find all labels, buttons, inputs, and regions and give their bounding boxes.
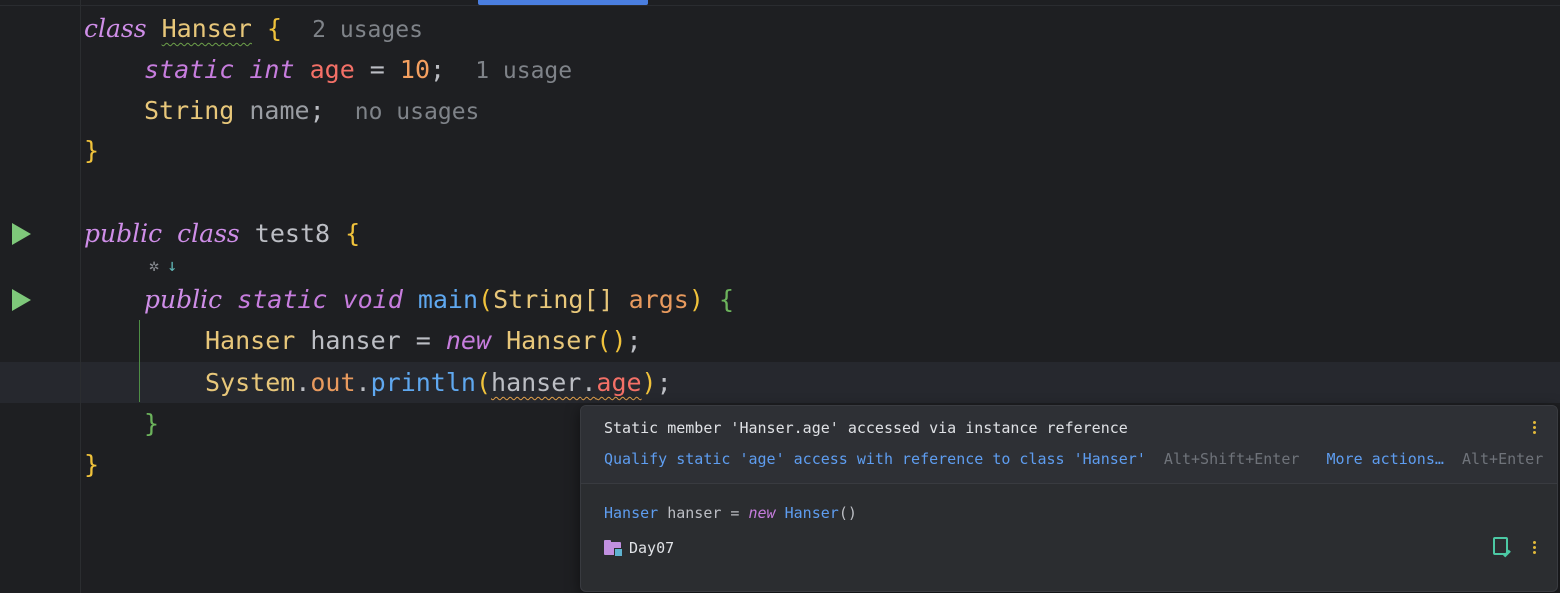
dot: . xyxy=(581,368,597,397)
run-class-icon[interactable] xyxy=(12,223,31,245)
dot: . xyxy=(295,368,311,397)
close-brace: } xyxy=(84,450,100,479)
class-name-test8: test8 xyxy=(254,219,331,248)
var-hanser-warning[interactable]: hanser xyxy=(491,368,581,397)
warning-message: Static member 'Hanser.age' accessed via … xyxy=(604,419,1128,437)
field-age-warning[interactable]: age xyxy=(596,368,641,397)
assign-operator: = xyxy=(354,55,400,84)
paren-close: ) xyxy=(641,368,657,397)
code-editor[interactable]: class Hanser { 2 usages static int age =… xyxy=(0,0,1560,593)
decl-keyword-new: new xyxy=(748,504,776,522)
semicolon: ; xyxy=(309,96,325,125)
paren-open: ( xyxy=(475,368,492,397)
paren-close: ) xyxy=(688,285,704,314)
decl-constructor: Hanser xyxy=(784,504,839,522)
code-line-8[interactable]: public static void main(String[] args) { xyxy=(144,280,734,320)
class-name-hanser: Hanser xyxy=(161,14,252,43)
module-folder-icon xyxy=(604,539,623,557)
quick-fix-shortcut: Alt+Shift+Enter xyxy=(1163,450,1300,468)
dot: . xyxy=(355,368,371,397)
declaration-preview: Hanser hanser = new Hanser() xyxy=(604,503,857,523)
open-brace: { xyxy=(718,285,734,314)
keyword-static: static xyxy=(237,285,328,314)
run-main-icon[interactable] xyxy=(12,289,31,311)
code-line-2[interactable]: static int age = 10; 1 usage xyxy=(144,50,572,90)
code-line-3[interactable]: String name; no usages xyxy=(144,91,479,131)
var-hanser: hanser xyxy=(310,326,401,355)
class-system: System xyxy=(205,368,296,397)
code-line-4[interactable]: } xyxy=(84,131,99,171)
constructor-hanser: Hanser xyxy=(506,326,597,355)
indent-scope-guide xyxy=(139,320,140,402)
method-println: println xyxy=(370,368,476,397)
paren-open: ( xyxy=(596,326,612,355)
gutter-separator xyxy=(80,0,81,593)
edit-source-icon[interactable] xyxy=(1493,537,1508,555)
code-line-1[interactable]: class Hanser { 2 usages xyxy=(84,9,423,49)
keyword-class: class xyxy=(177,219,240,248)
close-brace: } xyxy=(84,136,100,165)
code-line-9[interactable]: Hanser hanser = new Hanser(); xyxy=(205,321,642,361)
paren-open: ( xyxy=(478,285,494,314)
code-line-11[interactable]: } xyxy=(144,404,159,444)
keyword-public: public xyxy=(144,285,223,314)
paren-close: ) xyxy=(611,326,627,355)
quick-fix-row: Qualify static 'age' access with referen… xyxy=(604,449,1543,469)
usages-hint[interactable]: 1 usage xyxy=(475,58,572,84)
param-type: String[] xyxy=(493,285,614,314)
ai-assistant-icon[interactable]: ✲ xyxy=(144,256,164,276)
more-actions-link[interactable]: More actions… xyxy=(1326,450,1443,468)
open-brace: { xyxy=(267,14,283,43)
code-line-6[interactable]: public class test8 { xyxy=(84,214,360,254)
semicolon: ; xyxy=(430,55,446,84)
decl-var: hanser = xyxy=(658,504,749,522)
field-out: out xyxy=(310,368,356,397)
field-age: age xyxy=(309,55,355,84)
field-name: name xyxy=(249,96,310,125)
module-row: Day07 xyxy=(604,538,674,558)
open-brace: { xyxy=(345,219,361,248)
arrow-down-icon[interactable]: ↓ xyxy=(167,256,177,276)
declaration-options-icon[interactable] xyxy=(1528,539,1540,557)
method-main: main xyxy=(417,285,479,314)
keyword-new: new xyxy=(445,326,491,355)
decl-type: Hanser xyxy=(604,504,659,522)
ai-assistant-inlay[interactable]: ✲ ↓ xyxy=(144,254,177,278)
type-hanser: Hanser xyxy=(205,326,296,355)
keyword-void: void xyxy=(342,285,403,314)
inspection-popup[interactable]: Static member 'Hanser.age' accessed via … xyxy=(580,405,1558,592)
assign-operator: = xyxy=(400,326,446,355)
quick-fix-link[interactable]: Qualify static 'age' access with referen… xyxy=(604,450,1146,468)
editor-top-border xyxy=(0,5,1560,6)
param-args: args xyxy=(628,285,689,314)
keyword-int: int xyxy=(249,55,295,84)
semicolon: ; xyxy=(656,368,672,397)
semicolon: ; xyxy=(626,326,642,355)
popup-options-icon[interactable] xyxy=(1528,419,1540,437)
usages-hint[interactable]: no usages xyxy=(355,99,480,125)
decl-parens: () xyxy=(838,504,857,522)
module-name: Day07 xyxy=(629,539,675,557)
type-string: String xyxy=(144,96,235,125)
keyword-class: class xyxy=(84,14,147,43)
code-line-12[interactable]: } xyxy=(84,445,99,485)
code-line-10[interactable]: System.out.println(hanser.age); xyxy=(205,363,672,403)
close-brace: } xyxy=(144,409,160,438)
keyword-public: public xyxy=(84,219,163,248)
usages-hint[interactable]: 2 usages xyxy=(312,17,423,43)
more-actions-shortcut: Alt+Enter xyxy=(1461,450,1544,468)
keyword-static: static xyxy=(144,55,235,84)
number-literal: 10 xyxy=(399,55,431,84)
